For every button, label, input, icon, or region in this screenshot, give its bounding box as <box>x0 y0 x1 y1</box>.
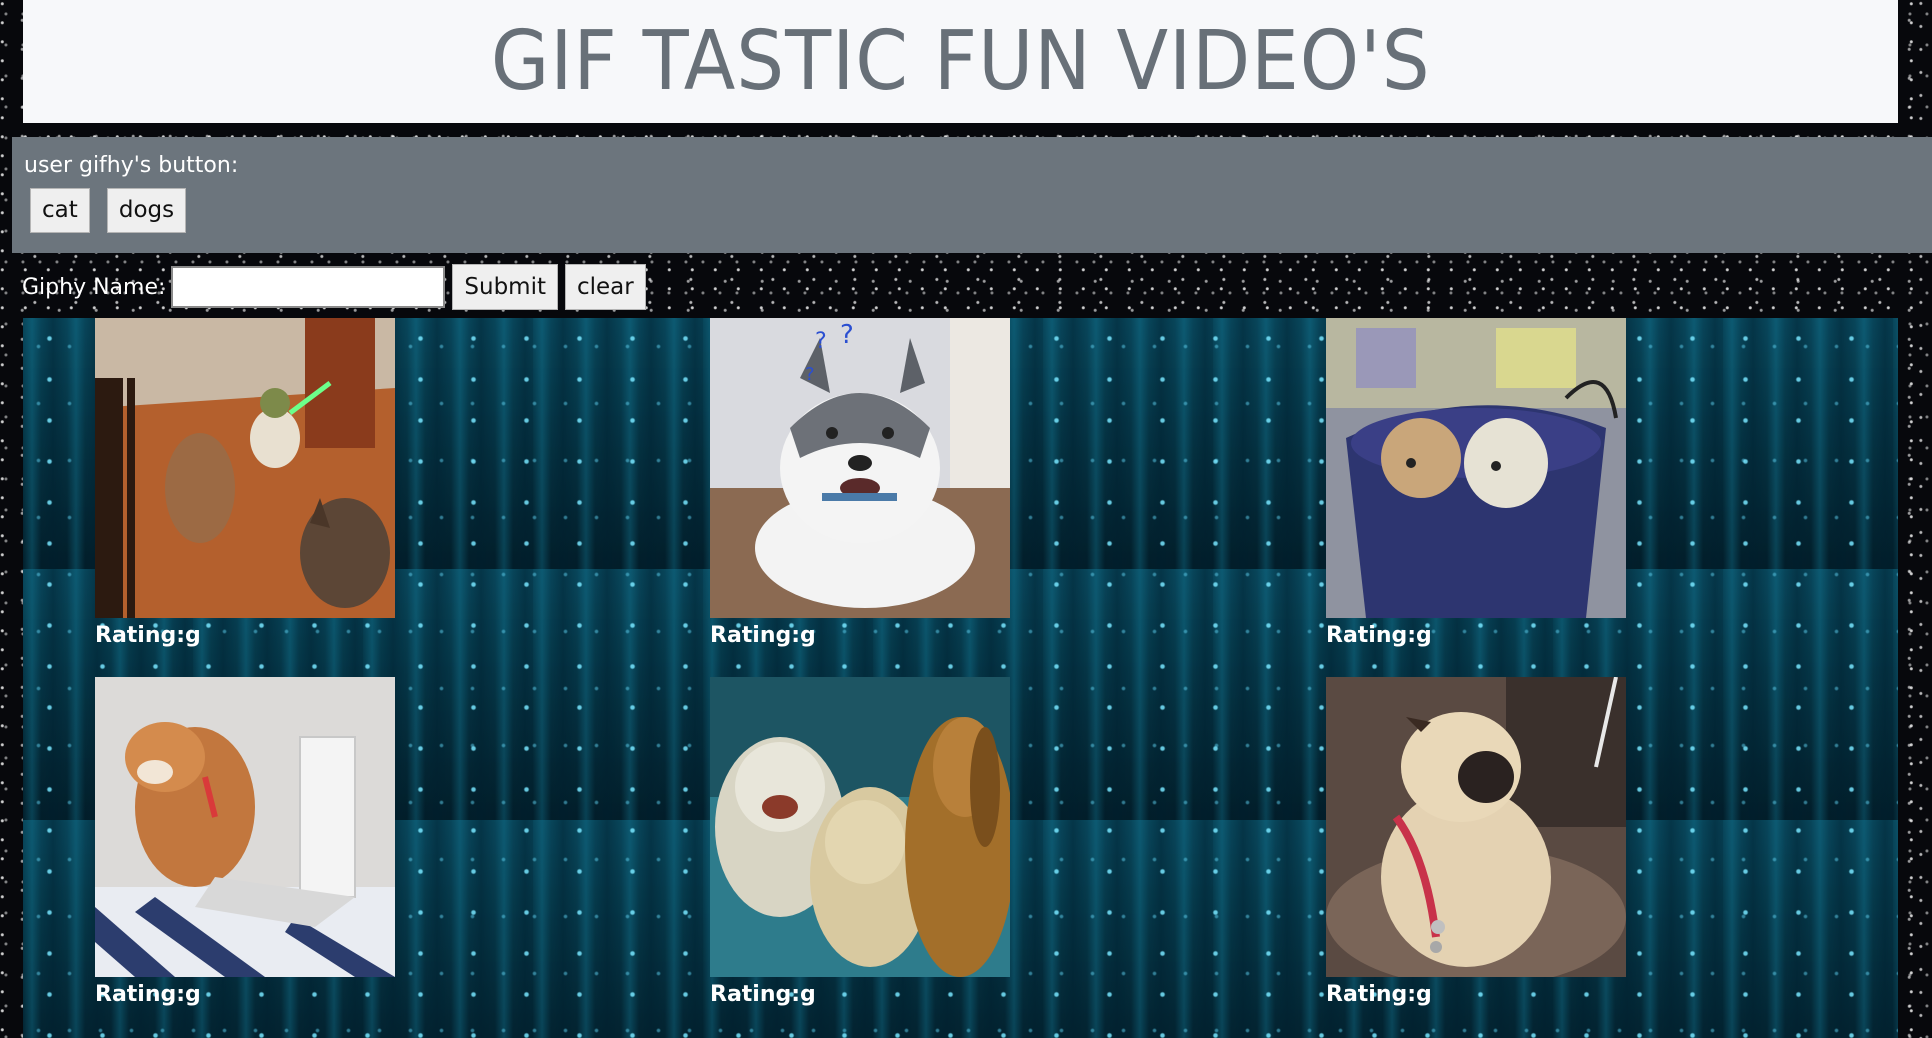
gif-image-three-dogs[interactable] <box>710 677 1010 977</box>
gif-image-husky[interactable]: ? ? ? <box>710 318 1010 618</box>
gif-card: Rating:g <box>710 677 1010 1007</box>
gif-rating: Rating:g <box>95 982 201 1007</box>
gif-card: Rating:g <box>1326 677 1626 1007</box>
gif-card: ? ? ? Rating:g <box>710 318 1010 648</box>
svg-text:?: ? <box>840 320 854 350</box>
gif-image-dogs-bucket[interactable] <box>1326 318 1626 618</box>
gif-image-pug[interactable] <box>1326 677 1626 977</box>
topic-button-dogs[interactable]: dogs <box>106 188 187 233</box>
gif-rating: Rating:g <box>95 623 201 648</box>
gif-rating: Rating:g <box>710 982 816 1007</box>
giphy-name-input[interactable] <box>171 266 446 308</box>
giphy-name-label: Giphy Name: <box>22 274 166 300</box>
topic-button-cat[interactable]: cat <box>30 188 90 233</box>
clear-button[interactable]: clear <box>565 264 646 310</box>
topic-buttons-label: user gifhy's button: <box>24 153 239 178</box>
gif-image-yoda-dog[interactable] <box>95 318 395 618</box>
topic-button-bar: user gifhy's button: cat dogs <box>12 137 1932 253</box>
page-title: GIF TASTIC FUN VIDEO'S <box>490 14 1431 109</box>
svg-text:?: ? <box>805 364 815 385</box>
gif-rating: Rating:g <box>710 623 816 648</box>
gif-card: Rating:g <box>95 677 395 1007</box>
gif-card: Rating:g <box>95 318 395 648</box>
gif-rating: Rating:g <box>1326 623 1432 648</box>
header-banner: GIF TASTIC FUN VIDEO'S <box>23 0 1898 123</box>
svg-text:?: ? <box>815 329 827 354</box>
gif-rating: Rating:g <box>1326 982 1432 1007</box>
gif-card: Rating:g <box>1326 318 1626 648</box>
gif-image-shiba-laptop[interactable] <box>95 677 395 977</box>
gif-gallery: Rating:g ? ? ? Rating:g Rating:g Rating:… <box>23 318 1898 1038</box>
giphy-search-form: Giphy Name: Submit clear <box>22 264 653 310</box>
submit-button[interactable]: Submit <box>452 264 558 310</box>
